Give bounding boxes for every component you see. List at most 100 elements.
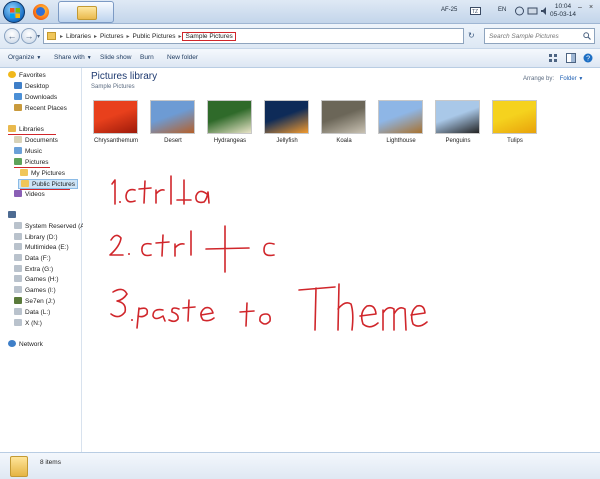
thumbnail-image[interactable] [264,100,309,134]
status-bar: 8 items [0,452,600,479]
clock-date: 05-03-14 [549,11,576,18]
refresh-icon[interactable]: ↻ [468,31,480,40]
nav-drive-g[interactable]: Extra (G:) [14,265,53,275]
breadcrumb-libraries[interactable]: Libraries [64,33,93,40]
nav-documents[interactable]: Documents [14,136,58,146]
taskbar-firefox[interactable] [28,1,54,23]
recent-pages-dropdown[interactable]: ▾ [37,33,40,40]
nav-downloads[interactable]: Downloads [14,93,57,103]
share-with-label: Share with [54,54,85,61]
pictures-icon [14,158,22,165]
clock[interactable]: 10:04 05-03-14 [550,3,576,19]
preview-pane-icon[interactable] [566,53,576,63]
drive-icon [14,308,22,315]
nav-drive-l[interactable]: Data (L:) [14,308,50,318]
new-folder-button[interactable]: New folder [167,54,198,61]
search-input[interactable] [485,29,580,43]
nav-drive-a[interactable]: System Reserved (A:) [14,222,89,232]
nav-videos-label: Videos [25,191,45,198]
nav-drive-d[interactable]: Library (D:) [14,233,58,243]
chevron-down-icon: ▼ [86,55,92,61]
thumbnail-item[interactable]: Jellyfish [264,100,310,144]
tray-language[interactable]: AF-25 [441,7,457,13]
arrange-by[interactable]: Arrange by: Folder ▼ [523,76,583,82]
thumbnail-item[interactable]: Chrysanthemum [93,100,139,144]
organize-label: Organize [8,54,35,61]
star-icon [8,71,16,78]
nav-pictures-label: Pictures [25,159,49,166]
nav-videos[interactable]: Videos [14,190,45,200]
thumbnail-image[interactable] [150,100,195,134]
videos-icon [14,190,22,197]
nav-drive-e[interactable]: Multimidea (E:) [14,243,69,253]
drive-icon [14,275,22,282]
help-icon[interactable] [514,6,525,16]
thumbnail-item[interactable]: Tulips [492,100,538,144]
thumbnail-item[interactable]: Koala [321,100,367,144]
start-button[interactable] [3,1,25,23]
nav-drive-label: Library (D:) [25,234,58,241]
thumbnail-image[interactable] [207,100,252,134]
network-icon[interactable] [527,6,538,16]
nav-drive-i[interactable]: Games (I:) [14,286,56,296]
nav-computer[interactable] [8,211,19,221]
folder-icon [20,169,28,176]
folder-icon [47,32,56,40]
burn-button[interactable]: Burn [140,54,154,61]
nav-drive-n[interactable]: X (N:) [14,319,42,329]
tray-input-language[interactable]: EN [498,7,506,13]
search-box[interactable] [484,28,595,44]
minimize-button[interactable]: – [575,4,585,12]
organize-button[interactable]: Organize ▼ [8,54,41,61]
navigation-pane: Favorites Desktop Downloads Recent Place… [0,68,89,452]
thumbnail-label: Chrysanthemum [93,138,138,144]
nav-recent-places[interactable]: Recent Places [14,104,67,114]
nav-drive-label: Extra (G:) [25,266,54,273]
nav-my-pictures-label: My Pictures [31,170,65,177]
thumbnail-image[interactable] [321,100,366,134]
help-icon[interactable]: ? [583,53,593,63]
nav-network[interactable]: Network [8,340,43,350]
annotation-line-1 [111,175,210,205]
nav-desktop[interactable]: Desktop [14,82,49,92]
arrange-value[interactable]: Folder [560,76,577,82]
close-button[interactable]: × [586,4,596,12]
share-with-button[interactable]: Share with ▼ [54,54,92,61]
nav-favorites[interactable]: Favorites [8,71,46,81]
thumbnail-item[interactable]: Lighthouse [378,100,424,144]
explorer-folder-icon [77,6,97,20]
nav-drive-f[interactable]: Data (F:) [14,254,51,264]
forward-button[interactable]: → [21,28,37,44]
clock-time: 10:04 [554,3,572,10]
library-title: Pictures library [91,71,158,82]
nav-downloads-label: Downloads [25,94,58,101]
arrange-label: Arrange by: [523,76,555,82]
breadcrumb-pictures[interactable]: Pictures [98,33,125,40]
thumbnail-item[interactable]: Penguins [435,100,481,144]
breadcrumb-sample-pictures[interactable]: Sample Pictures [182,32,236,41]
slide-show-button[interactable]: Slide show [100,54,131,61]
nav-public-pictures[interactable]: Public Pictures [18,179,78,189]
nav-drive-j[interactable]: Se7en (J:) [14,297,55,307]
nav-my-pictures[interactable]: My Pictures [20,169,65,179]
thumbnail-item[interactable]: Hydrangeas [207,100,253,144]
nav-drive-h[interactable]: Games (H:) [14,275,59,285]
nav-music[interactable]: Music [14,147,42,157]
back-button[interactable]: ← [4,28,20,44]
view-options-icon[interactable] [548,53,558,63]
annotation-underline [8,134,56,135]
thumbnail-image[interactable] [492,100,537,134]
thumbnail-item[interactable]: Desert [150,100,196,144]
taskbar: AF-25 TZ EN 10:04 05-03-14 – × [0,0,600,24]
breadcrumb-public-pictures[interactable]: Public Pictures [130,33,177,40]
keyboard-icon[interactable]: TZ [470,6,481,16]
search-icon[interactable] [583,32,591,40]
taskbar-explorer[interactable] [58,1,114,23]
network-icon [8,340,16,347]
thumbnail-image[interactable] [378,100,423,134]
thumbnail-image[interactable] [93,100,138,134]
command-bar: Organize ▼ Share with ▼ Slide show Burn Ne… [0,48,600,68]
chevron-down-icon: ▼ [578,76,584,82]
address-bar[interactable]: ▸ Libraries ▸ Pictures ▸ Public Pictures… [43,28,464,44]
thumbnail-image[interactable] [435,100,480,134]
